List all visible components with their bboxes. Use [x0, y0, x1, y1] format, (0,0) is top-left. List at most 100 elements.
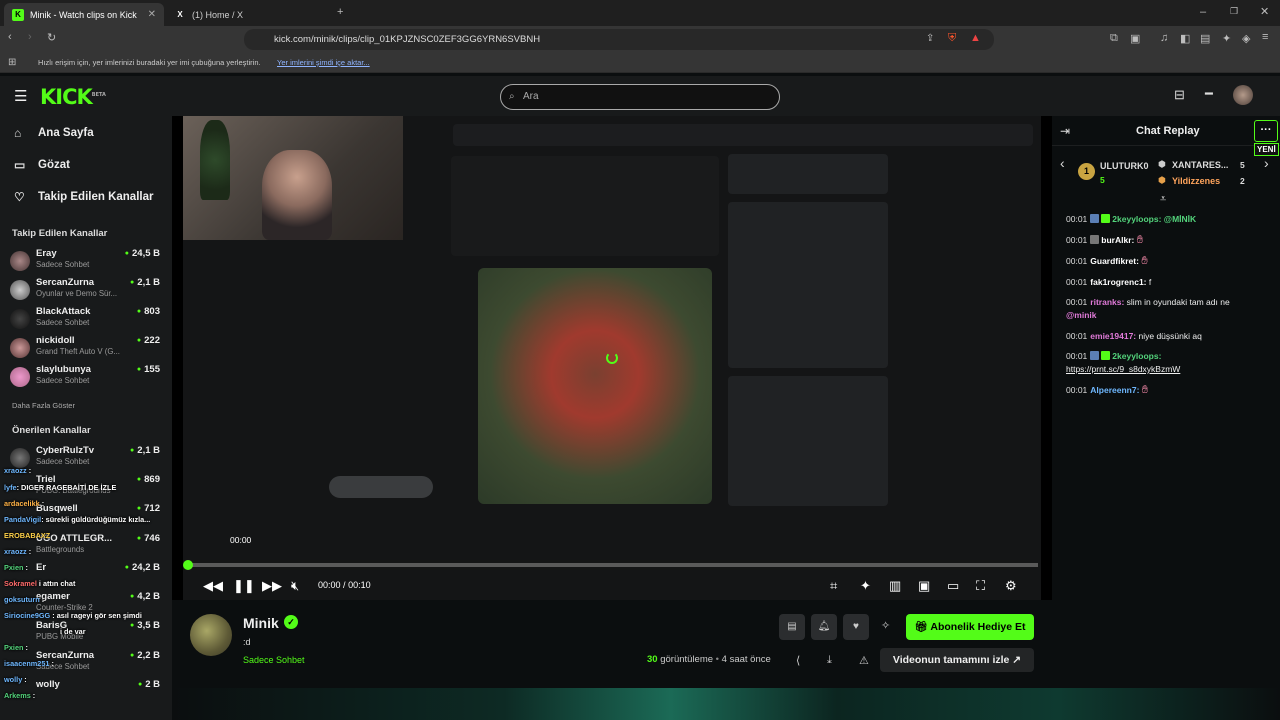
brave-shield-icon[interactable]: ⛨: [948, 32, 956, 45]
hamburger-menu-icon[interactable]: ☰: [14, 87, 27, 105]
chapters-icon[interactable]: ▥: [889, 578, 901, 594]
music-icon[interactable]: ♫: [1160, 32, 1168, 44]
kick-logo[interactable]: KICKBETA: [40, 85, 106, 109]
sidebar-icon[interactable]: ◧: [1180, 32, 1190, 45]
leo-icon[interactable]: ✦: [1222, 32, 1231, 45]
watch-full-video-button[interactable]: Videonun tamamını izle ↗: [880, 648, 1034, 672]
blurred-who-to-follow: [728, 376, 888, 506]
share-icon[interactable]: ⇪: [926, 33, 934, 44]
close-icon[interactable]: ✕: [148, 9, 156, 20]
sidebar-channel-eray[interactable]: Eray Sadece Sohbet 24,5 B: [10, 248, 162, 274]
back-icon[interactable]: ‹: [8, 31, 12, 43]
settings-icon[interactable]: ⚙: [1005, 578, 1017, 594]
seek-thumb[interactable]: [183, 560, 193, 570]
category-link[interactable]: Sadece Sohbet: [243, 655, 305, 665]
url-field[interactable]: kick.com/minik/clips/clip_01KPJZNSC0ZEF3…: [244, 29, 994, 50]
theater-mode-icon[interactable]: ⊟: [1174, 87, 1185, 103]
minimize-icon[interactable]: –: [1200, 6, 1206, 18]
nav-label: Ana Sayfa: [38, 127, 94, 139]
viewer-count: 712: [137, 503, 160, 514]
leaderboard-name[interactable]: ULUTURK0: [1100, 161, 1149, 171]
browser-tab-kick[interactable]: K Minik - Watch clips on Kick ✕: [4, 3, 164, 26]
overlay-chat-line: ardacelikk :: [4, 499, 45, 508]
rewind-icon[interactable]: ◀◀: [203, 578, 223, 594]
sparkle-icon[interactable]: ✧: [881, 619, 890, 632]
channel-avatar[interactable]: [190, 614, 232, 656]
extensions-icon[interactable]: ⧉: [1110, 32, 1118, 45]
nav-browse[interactable]: ▭ Gözat: [14, 158, 70, 172]
crop-icon[interactable]: ⌗: [830, 578, 837, 594]
heart-icon: ♥: [853, 621, 859, 632]
user-avatar[interactable]: [1233, 85, 1253, 105]
menu-icon[interactable]: ≡: [1262, 31, 1268, 43]
channel-name[interactable]: Minik: [243, 615, 279, 631]
channel-category: Sadece Sohbet: [36, 318, 90, 327]
search-input[interactable]: ⌕ Ara: [500, 84, 780, 110]
external-link-icon: ↗: [1012, 654, 1022, 666]
leaderboard-name[interactable]: XANTARES...: [1172, 160, 1228, 170]
sidebar-channel-nickidoll[interactable]: nickidoll Grand Theft Auto V (G... 222: [10, 335, 162, 361]
avatar: [10, 367, 30, 387]
channel-name: Er: [36, 562, 47, 573]
report-icon[interactable]: ⚠: [859, 654, 869, 667]
channel-category: Sadece Sohbet: [36, 457, 90, 466]
nav-following[interactable]: ♡ Takip Edilen Kanallar: [14, 190, 153, 204]
chat-link[interactable]: https://prnt.sc/9_s8dxykBzmW: [1066, 364, 1180, 374]
seek-bar[interactable]: [188, 563, 1038, 567]
viewer-count: 2 B: [138, 679, 160, 690]
new-tab-icon[interactable]: +: [337, 6, 343, 18]
share-icon[interactable]: ⟨: [796, 654, 800, 667]
kick-favicon-icon: K: [12, 8, 24, 21]
expand-leaderboard-icon[interactable]: ⩡: [1160, 193, 1166, 206]
show-more-link[interactable]: Daha Fazla Göster: [12, 401, 75, 410]
sidebar-channel-slaylubunya[interactable]: slaylubunya Sadece Sohbet 155: [10, 364, 162, 390]
fullscreen-icon[interactable]: ⛶: [976, 578, 985, 594]
gift-subscription-button[interactable]: 🎁︎ Abonelik Hediye Et: [906, 614, 1034, 640]
mute-icon[interactable]: 🔇︎: [291, 578, 299, 594]
wallet-icon[interactable]: ▤: [1200, 32, 1210, 45]
sidebar-channel-recommended[interactable]: CyberRulzTv Sadece Sohbet 2,1 B: [10, 445, 162, 471]
overlay-chat-line: Pxien :: [4, 643, 28, 652]
apps-icon[interactable]: ⊞: [8, 53, 16, 73]
sidebar-channel-recommended[interactable]: BarisG PUBG Mobile 3,5 B: [10, 620, 162, 646]
sparkle-icon[interactable]: ✦: [860, 578, 871, 594]
chevron-right-icon[interactable]: ›: [1264, 155, 1269, 171]
theater-icon[interactable]: ▭: [947, 578, 959, 594]
view-count: 30: [647, 654, 658, 665]
leaderboard-name[interactable]: Yildizzenes: [1172, 176, 1220, 186]
window-close-icon[interactable]: ✕: [1260, 5, 1269, 18]
collapse-chat-icon[interactable]: ⇥: [1060, 124, 1070, 138]
forward-icon[interactable]: ▶▶: [262, 578, 282, 594]
download-icon[interactable]: ⤓: [827, 654, 832, 667]
sidebar-channel-sercanzurna[interactable]: SercanZurna Oyunlar ve Demo Sür... 2,1 B: [10, 277, 162, 303]
pip-icon[interactable]: ▣: [918, 578, 930, 594]
follow-button[interactable]: ♥: [843, 614, 869, 640]
chevron-left-icon[interactable]: ‹: [1060, 155, 1065, 171]
maximize-icon[interactable]: ❐: [1230, 6, 1238, 17]
viewer-count: 155: [137, 364, 160, 375]
viewer-count: 24,2 B: [125, 562, 160, 573]
screenshot-icon[interactable]: ▣: [1130, 32, 1140, 45]
rewards-icon[interactable]: ▲: [970, 32, 981, 44]
avatar: [10, 251, 30, 271]
pause-icon[interactable]: ❚❚: [233, 578, 255, 594]
dash-icon[interactable]: ━: [1205, 86, 1213, 102]
forward-icon[interactable]: ›: [28, 31, 32, 43]
loading-spinner-icon: [606, 352, 618, 364]
view-stats: 30 görüntüleme • 4 saat önce: [647, 654, 771, 665]
viewer-count: 746: [137, 533, 160, 544]
nav-home[interactable]: ⌂ Ana Sayfa: [14, 126, 94, 140]
gift-icon: 🎁︎: [914, 621, 931, 633]
view-label: görüntüleme: [660, 654, 714, 665]
chat-menu-button[interactable]: ···: [1254, 120, 1278, 142]
reload-icon[interactable]: ↻: [47, 31, 56, 44]
notify-button[interactable]: 🔔︎: [811, 614, 837, 640]
overlay-chat-line: Siriocine9GG : asıl rageyi gör sen şimdi: [4, 611, 142, 620]
vpn-icon[interactable]: ◈: [1242, 32, 1250, 45]
browser-tab-x[interactable]: X (1) Home / X: [166, 3, 326, 26]
channel-category: Oyunlar ve Demo Sür...: [36, 289, 118, 298]
clip-list-button[interactable]: ▤: [779, 614, 805, 640]
import-bookmarks-link[interactable]: Yer imlerini şimdi içe aktar...: [277, 53, 370, 73]
viewer-count: 2,2 B: [130, 650, 160, 661]
sidebar-channel-blackattack[interactable]: BlackAttack Sadece Sohbet 803: [10, 306, 162, 332]
